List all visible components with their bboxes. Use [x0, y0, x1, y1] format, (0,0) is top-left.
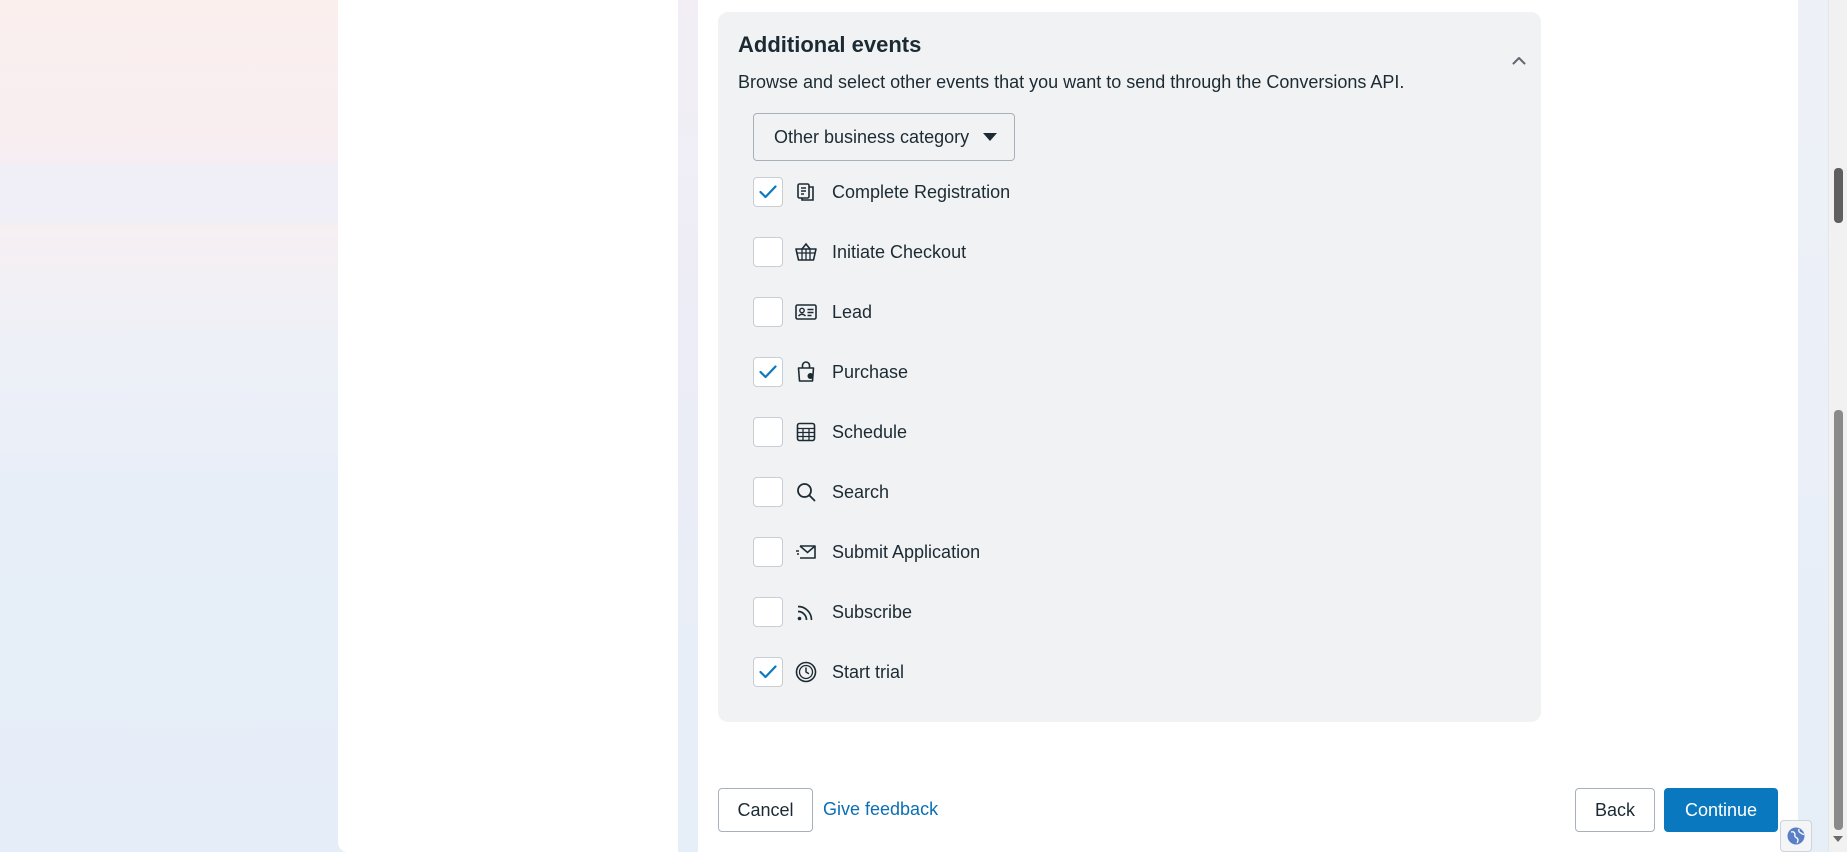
- caret-down-icon: [983, 133, 998, 141]
- check-icon: [759, 665, 777, 679]
- continue-button[interactable]: Continue: [1664, 788, 1778, 832]
- left-content-column: [338, 0, 678, 852]
- event-row-submit-application[interactable]: Submit Application: [753, 536, 980, 568]
- event-row-search[interactable]: Search: [753, 476, 889, 508]
- chevron-up-icon: [1512, 56, 1526, 64]
- checkbox-submit-application[interactable]: [753, 537, 783, 567]
- checkbox-purchase[interactable]: [753, 357, 783, 387]
- checkbox-complete-registration[interactable]: [753, 177, 783, 207]
- event-row-initiate-checkout[interactable]: Initiate Checkout: [753, 236, 966, 268]
- event-label: Complete Registration: [832, 181, 1011, 202]
- give-feedback-link[interactable]: Give feedback: [823, 799, 938, 820]
- registration-icon: [794, 180, 818, 204]
- section-description: Browse and select other events that you …: [738, 72, 1405, 92]
- basket-icon: [794, 240, 818, 264]
- cancel-button[interactable]: Cancel: [718, 788, 813, 832]
- search-icon: [794, 480, 818, 504]
- collapse-button[interactable]: [1509, 50, 1529, 70]
- dropdown-value: Other business category: [774, 126, 970, 147]
- section-title: Additional events: [738, 32, 922, 57]
- event-label: Start trial: [832, 661, 905, 682]
- scroll-down-arrow-icon[interactable]: [1833, 836, 1843, 842]
- additional-events-panel: Additional events Browse and select othe…: [718, 12, 1541, 722]
- checkbox-start-trial[interactable]: [753, 657, 783, 687]
- event-row-purchase[interactable]: Purchase: [753, 356, 908, 388]
- scrollbar-thumb[interactable]: [1834, 410, 1843, 830]
- event-label: Submit Application: [832, 541, 981, 562]
- event-label: Initiate Checkout: [832, 241, 967, 262]
- checkbox-lead[interactable]: [753, 297, 783, 327]
- clock-icon: [794, 660, 818, 684]
- event-row-schedule[interactable]: Schedule: [753, 416, 907, 448]
- language-button[interactable]: [1780, 820, 1812, 852]
- event-row-lead[interactable]: Lead: [753, 296, 872, 328]
- calendar-grid-icon: [794, 420, 818, 444]
- event-label: Search: [832, 481, 890, 502]
- background-strip: [678, 0, 698, 852]
- event-label: Purchase: [832, 361, 909, 382]
- event-label: Schedule: [832, 421, 908, 442]
- rss-icon: [794, 600, 818, 624]
- event-row-subscribe[interactable]: Subscribe: [753, 596, 912, 628]
- globe-icon: [1787, 827, 1805, 845]
- send-mail-icon: [794, 540, 818, 564]
- check-icon: [759, 185, 777, 199]
- scrollbar-marker: [1834, 168, 1843, 223]
- event-label: Subscribe: [832, 601, 913, 622]
- background-strip-right: [1798, 0, 1828, 852]
- business-category-dropdown[interactable]: Other business category: [753, 113, 1015, 161]
- checkbox-search[interactable]: [753, 477, 783, 507]
- back-button[interactable]: Back: [1575, 788, 1655, 832]
- id-card-icon: [794, 300, 818, 324]
- event-row-complete-registration[interactable]: Complete Registration: [753, 176, 1010, 208]
- page-scrollbar[interactable]: [1828, 0, 1847, 852]
- check-icon: [759, 365, 777, 379]
- checkbox-subscribe[interactable]: [753, 597, 783, 627]
- event-row-start-trial[interactable]: Start trial: [753, 656, 904, 688]
- background-gradient: [0, 0, 338, 852]
- checkbox-initiate-checkout[interactable]: [753, 237, 783, 267]
- shopping-bag-icon: [794, 360, 818, 384]
- checkbox-schedule[interactable]: [753, 417, 783, 447]
- event-label: Lead: [832, 301, 873, 322]
